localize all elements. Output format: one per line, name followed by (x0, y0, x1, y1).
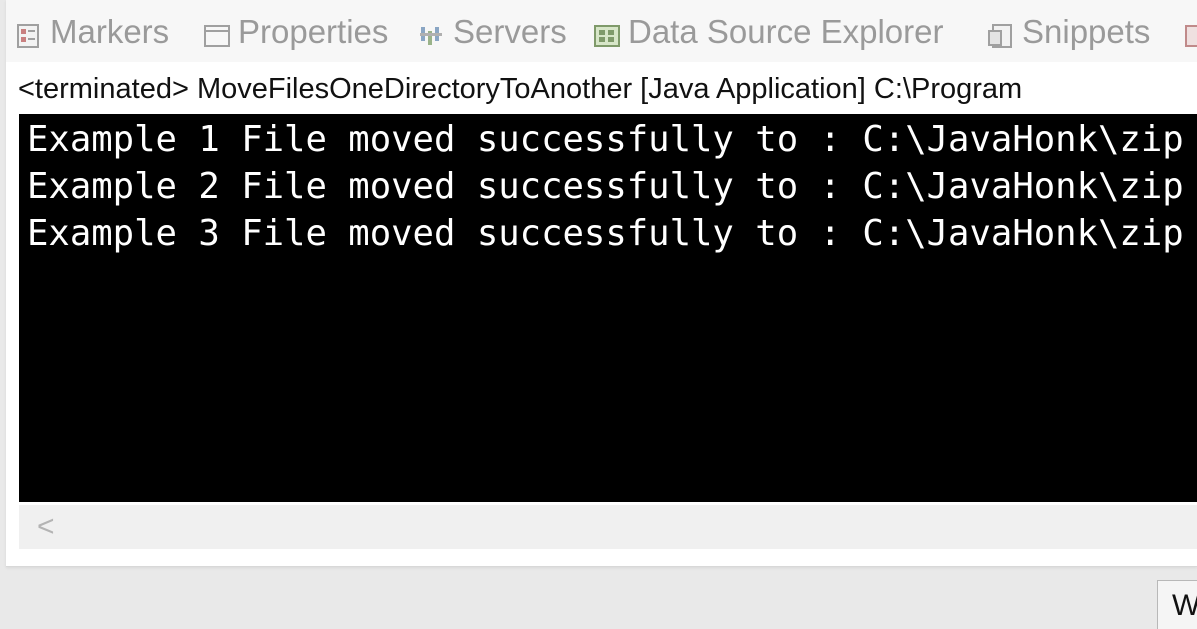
console-line: Example 2 File moved successfully to : C… (27, 166, 1184, 207)
status-bar-field: W (1157, 580, 1197, 629)
tab-markers[interactable]: Markers (16, 10, 169, 54)
scroll-left-icon[interactable]: < (37, 509, 55, 545)
view-menu-icon (1184, 19, 1197, 47)
data-source-explorer-icon (594, 19, 620, 47)
tab-label: Data Source Explorer (628, 13, 944, 50)
tab-data-source-explorer[interactable]: Data Source Explorer (594, 10, 943, 54)
horizontal-scrollbar[interactable]: < (19, 505, 1197, 549)
tab-label: Servers (453, 13, 567, 50)
tab-servers[interactable]: Servers (419, 10, 567, 54)
tab-properties[interactable]: Properties (204, 10, 388, 54)
tab-overflow-partial[interactable] (1184, 10, 1197, 54)
console-line: Example 3 File moved successfully to : C… (27, 213, 1184, 254)
snippets-icon (988, 19, 1014, 48)
markers-icon (16, 19, 42, 48)
tab-label: Properties (238, 13, 389, 50)
console-title: <terminated> MoveFilesOneDirectoryToAnot… (18, 73, 1023, 105)
tab-snippets[interactable]: Snippets (988, 10, 1150, 54)
servers-icon (419, 19, 445, 45)
tab-label: Snippets (1022, 13, 1151, 50)
properties-icon (204, 19, 230, 47)
console-line: Example 1 File moved successfully to : C… (27, 119, 1184, 160)
tab-label: Markers (50, 13, 170, 50)
status-label: W (1172, 589, 1197, 623)
console-view: Markers Properties Servers Data Source E… (6, 0, 1197, 567)
view-tab-bar: Markers Properties Servers Data Source E… (6, 0, 1197, 62)
console-output[interactable]: Example 1 File moved successfully to : C… (19, 114, 1197, 502)
